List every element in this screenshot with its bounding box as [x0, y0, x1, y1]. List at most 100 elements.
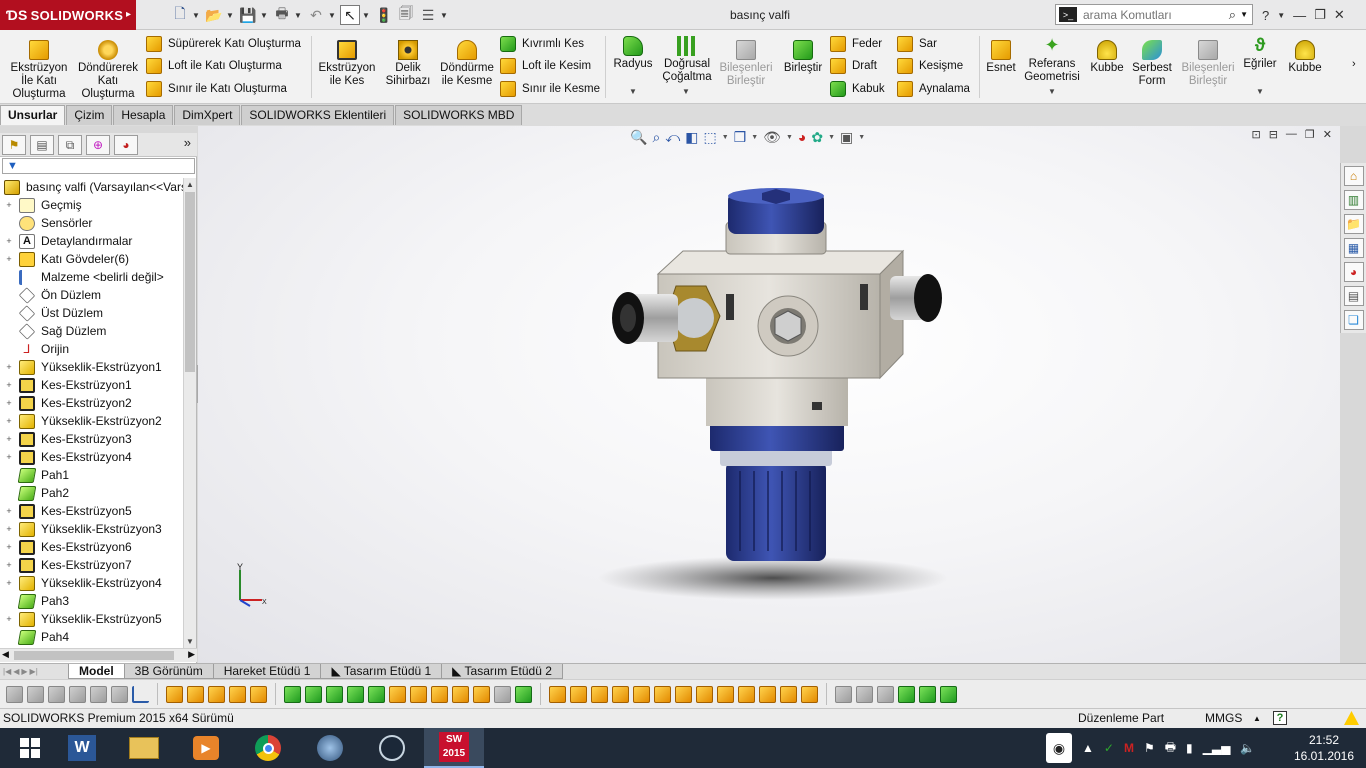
forum-icon[interactable]: ❏ [1343, 310, 1364, 330]
feature-tool-icon[interactable] [389, 685, 406, 703]
expand-toggle-icon[interactable]: + [4, 560, 14, 570]
command-search-box[interactable]: >_ ⌕ ▼ [1055, 4, 1253, 25]
feature-tool-icon[interactable] [919, 685, 936, 703]
configuration-manager-tab-icon[interactable]: ⧉ [58, 135, 82, 155]
feature-tool-icon[interactable] [515, 685, 532, 703]
feature-tool-icon[interactable] [738, 685, 755, 703]
expand-toggle-icon[interactable]: + [4, 578, 14, 588]
print-dropdown-icon[interactable]: ▼ [294, 11, 304, 20]
options-icon[interactable]: ☰ [418, 5, 438, 25]
pane-more-icon[interactable]: » [184, 135, 191, 150]
tree-item[interactable]: Pah1 [0, 466, 183, 484]
expand-toggle-icon[interactable]: + [4, 398, 14, 408]
tree-item[interactable]: + Katı Gövdeler(6) [0, 250, 183, 268]
options-dropdown-icon[interactable]: ▼ [440, 11, 450, 20]
rebuild-traffic-light-icon[interactable]: 🚦 [374, 5, 394, 25]
hide-show-items-icon[interactable]: 👁 [763, 129, 781, 146]
feature-tool-icon[interactable] [305, 685, 322, 703]
expand-toggle-icon[interactable]: + [4, 614, 14, 624]
axis-icon[interactable] [132, 685, 149, 703]
expand-toggle-icon[interactable]: + [4, 254, 14, 264]
tab-sketch[interactable]: Çizim [66, 105, 113, 125]
display-style-icon[interactable]: ❒ [734, 129, 747, 146]
section-view-icon[interactable]: ◧ [685, 129, 698, 146]
scroll-up-icon[interactable]: ▲ [186, 180, 194, 189]
first-tab-icon[interactable]: |◀ [3, 667, 11, 676]
tree-item[interactable]: + Geçmiş [0, 196, 183, 214]
scroll-left-icon[interactable]: ◀ [2, 649, 9, 660]
feature-tool-icon[interactable] [250, 685, 267, 703]
curves-button[interactable]: ϑ Eğriler [1240, 36, 1280, 71]
apply-scene-dropdown-icon[interactable]: ▼ [828, 134, 835, 141]
expand-toggle-icon[interactable]: + [4, 416, 14, 426]
quick-tips-help-icon[interactable]: ? [1273, 711, 1287, 725]
tree-item[interactable]: Pah3 [0, 592, 183, 610]
swept-boss-button[interactable]: Süpürerek Katı Oluşturma [146, 36, 301, 52]
extruded-boss-button[interactable]: Ekstrüzyon İle Katı Oluşturma [8, 40, 70, 101]
tool-icon[interactable] [27, 685, 44, 703]
file-properties-icon[interactable]: 🗐 [396, 5, 416, 25]
new-document-icon[interactable]: 🗋 [170, 5, 190, 25]
feature-tool-icon[interactable] [898, 685, 915, 703]
feature-tool-icon[interactable] [696, 685, 713, 703]
steam-taskbar-icon[interactable] [362, 728, 422, 768]
tree-item[interactable]: + Yükseklik-Ekstrüzyon4 [0, 574, 183, 592]
curves-dropdown-icon[interactable]: ▼ [1256, 87, 1264, 96]
tab-motion-study-1[interactable]: Hareket Etüdü 1 [212, 664, 322, 679]
tab-mbd[interactable]: SOLIDWORKS MBD [395, 105, 523, 125]
start-button[interactable] [0, 728, 60, 768]
feature-tool-icon[interactable] [166, 685, 183, 703]
display-manager-tab-icon[interactable]: ◕ [114, 135, 138, 155]
new-dropdown-icon[interactable]: ▼ [192, 11, 202, 20]
tab-model[interactable]: Model [68, 664, 125, 679]
file-explorer-taskbar-icon[interactable] [114, 728, 174, 768]
feature-tool-icon[interactable] [570, 685, 587, 703]
lofted-cut-button[interactable]: Loft ile Kesim [500, 58, 591, 74]
tree-vertical-scrollbar[interactable]: ▲ ▼ [183, 178, 196, 648]
design-library-icon[interactable]: ▥ [1343, 190, 1364, 210]
tray-battery-icon[interactable]: ▮ [1186, 741, 1193, 755]
linear-pattern-button[interactable]: Doğrusal Çoğaltma [659, 36, 715, 84]
tree-item[interactable]: Sağ Düzlem [0, 322, 183, 340]
search-icon[interactable]: ⌕ [1229, 7, 1236, 23]
print-icon[interactable]: 🖶 [272, 5, 292, 25]
minimize-icon[interactable]: — [1293, 8, 1306, 23]
feature-tool-icon[interactable] [717, 685, 734, 703]
tool-icon[interactable] [6, 685, 23, 703]
reference-geometry-dropdown-icon[interactable]: ▼ [1048, 87, 1056, 96]
tree-item[interactable]: + Yükseklik-Ekstrüzyon3 [0, 520, 183, 538]
h-scroll-thumb[interactable] [14, 651, 174, 660]
feature-tool-icon[interactable] [326, 685, 343, 703]
rebuild-warning-icon[interactable] [1344, 711, 1359, 725]
feature-tool-icon[interactable] [856, 685, 873, 703]
feature-tool-icon[interactable] [940, 685, 957, 703]
revolved-boss-button[interactable]: Döndürerek Katı Oluşturma [74, 40, 142, 101]
viewport-close-icon[interactable]: ✕ [1323, 128, 1332, 141]
dimxpert-manager-tab-icon[interactable]: ⊕ [86, 135, 110, 155]
tree-root[interactable]: basınç valfi (Varsayılan<<Vars [0, 178, 183, 196]
combine-button[interactable]: Birleştir [780, 40, 826, 75]
hole-wizard-button[interactable]: Delik Sihirbazı [380, 40, 436, 88]
select-dropdown-icon[interactable]: ▼ [362, 11, 372, 20]
open-dropdown-icon[interactable]: ▼ [226, 11, 236, 20]
pattern-dropdown-icon[interactable]: ▼ [682, 87, 690, 96]
restore-icon[interactable]: ❐ [1314, 7, 1326, 23]
help-dropdown-icon[interactable]: ▼ [1277, 11, 1285, 20]
feature-tool-icon[interactable] [780, 685, 797, 703]
previous-view-icon[interactable]: ⤺ [665, 129, 680, 146]
display-style-dropdown-icon[interactable]: ▼ [751, 134, 758, 141]
feature-tool-icon[interactable] [473, 685, 490, 703]
solidworks-taskbar-icon[interactable]: SW 2015 [424, 728, 484, 768]
tree-item[interactable]: Üst Düzlem [0, 304, 183, 322]
tree-item[interactable]: + Yükseklik-Ekstrüzyon1 [0, 358, 183, 376]
tray-volume-icon[interactable]: 🔈 [1240, 741, 1255, 755]
tab-features[interactable]: Unsurlar [0, 105, 66, 125]
tree-item[interactable]: Pah4 [0, 628, 183, 646]
feature-tool-icon[interactable] [284, 685, 301, 703]
hide-show-dropdown-icon[interactable]: ▼ [786, 134, 793, 141]
units-status[interactable]: MMGS [1205, 709, 1242, 728]
media-player-taskbar-icon[interactable]: ▶ [176, 728, 236, 768]
custom-properties-icon[interactable]: ▤ [1343, 286, 1364, 306]
expand-toggle-icon[interactable]: + [4, 542, 14, 552]
tool-icon[interactable] [48, 685, 65, 703]
